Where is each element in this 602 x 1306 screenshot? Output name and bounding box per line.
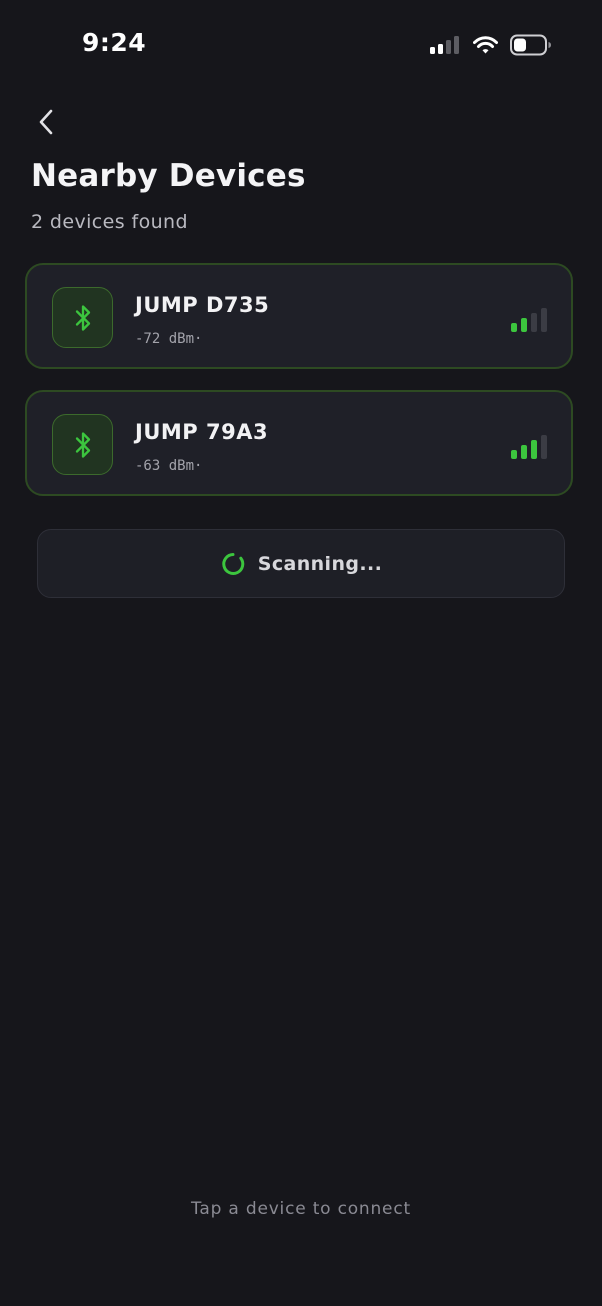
cellular-signal-icon (430, 36, 459, 54)
battery-icon (510, 34, 551, 56)
signal-strength-icon (511, 308, 547, 332)
device-icon-box (52, 287, 113, 348)
device-count: 2 devices found (31, 211, 188, 233)
chevron-left-icon (39, 109, 53, 135)
signal-bar (531, 440, 537, 459)
footer-hint: Tap a device to connect (191, 1199, 411, 1219)
bluetooth-icon (75, 431, 90, 458)
signal-bar (511, 323, 517, 332)
signal-bar (511, 450, 517, 459)
bluetooth-icon (75, 304, 90, 331)
status-icons (430, 34, 552, 56)
status-bar: 9:24 (0, 0, 602, 90)
wifi-icon (473, 36, 498, 54)
scan-label: Scanning... (257, 552, 383, 575)
device-card[interactable]: JUMP D735 -72 dBm· (25, 263, 573, 369)
device-rssi: -63 dBm· (135, 458, 203, 474)
page-title: Nearby Devices (31, 158, 306, 194)
signal-bar (521, 445, 527, 459)
device-icon-box (52, 414, 113, 475)
device-card[interactable]: JUMP 79A3 -63 dBm· (25, 390, 573, 496)
device-name: JUMP D735 (135, 293, 270, 317)
spinner-icon (222, 552, 244, 575)
device-rssi: -72 dBm· (135, 331, 203, 347)
signal-bar (521, 318, 527, 332)
back-button[interactable] (28, 104, 64, 140)
scan-button[interactable]: Scanning... (37, 529, 565, 598)
device-name: JUMP 79A3 (135, 420, 269, 444)
signal-bar (541, 435, 547, 459)
signal-strength-icon (511, 435, 547, 459)
status-time: 9:24 (82, 28, 147, 57)
signal-bar (541, 308, 547, 332)
signal-bar (531, 313, 537, 332)
